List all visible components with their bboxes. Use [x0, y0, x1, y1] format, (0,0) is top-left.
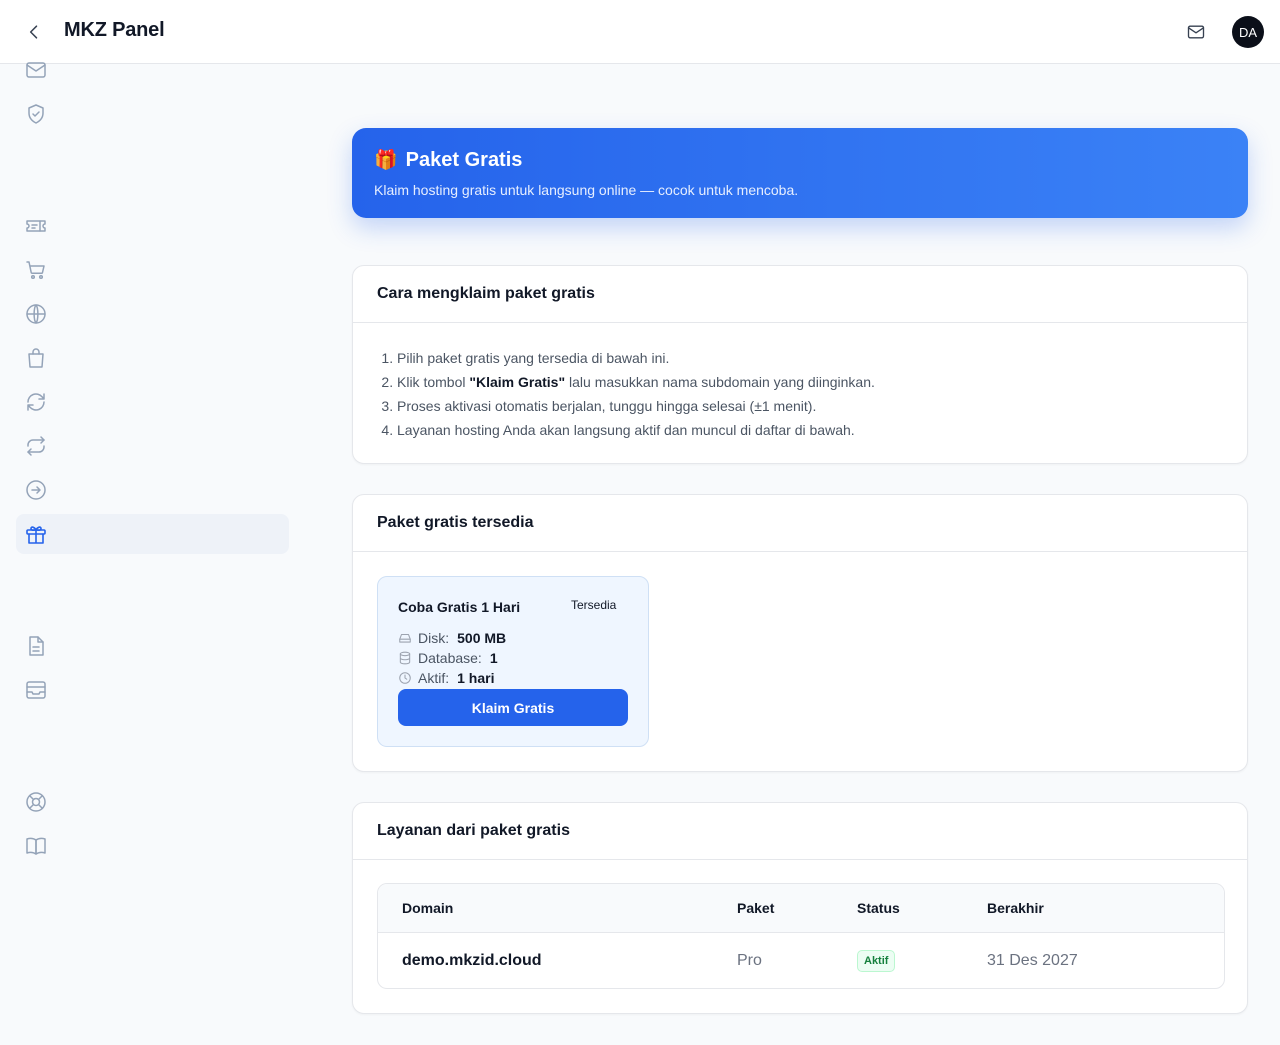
plan-name: Coba Gratis 1 Hari — [398, 599, 521, 615]
sidebar-item-email[interactable] — [16, 50, 289, 90]
refresh-icon — [27, 393, 45, 411]
howto-steps: Pilih paket gratis yang tersedia di bawa… — [353, 323, 1247, 442]
services-table: Domain Paket Status Berakhir demo.mkzid.… — [377, 883, 1225, 989]
sidebar-item-renewals[interactable] — [16, 382, 289, 422]
howto-step-4: Layanan hosting Anda akan langsung aktif… — [397, 418, 1247, 442]
sidebar — [0, 62, 300, 1045]
cell-paket: Pro — [737, 952, 762, 969]
chevron-left-icon — [29, 25, 38, 39]
plan-disk: Disk: 500 MB — [398, 630, 506, 646]
hero-title: 🎁 Paket Gratis — [374, 148, 522, 172]
sidebar-item-tickets[interactable] — [16, 206, 289, 246]
lifebuoy-icon — [26, 792, 46, 812]
status-badge: Aktif — [857, 950, 896, 972]
sidebar-item-support[interactable] — [16, 782, 289, 822]
sidebar-item-domains[interactable] — [16, 294, 289, 334]
globe-icon — [26, 304, 46, 324]
app-title: MKZ Panel — [64, 19, 165, 41]
sidebar-item-orders[interactable] — [16, 338, 289, 378]
avatar[interactable]: DA — [1232, 16, 1264, 48]
hero-subtitle: Klaim hosting gratis untuk langsung onli… — [374, 182, 799, 198]
hero-banner: 🎁 Paket Gratis Klaim hosting gratis untu… — [352, 128, 1248, 218]
claim-free-button[interactable]: Klaim Gratis — [398, 689, 628, 726]
sidebar-item-security[interactable] — [16, 94, 289, 134]
sidebar-item-cart[interactable] — [16, 250, 289, 290]
services-title: Layanan dari paket gratis — [353, 803, 1247, 860]
document-icon — [29, 636, 44, 656]
sync-icon — [27, 436, 45, 456]
sidebar-item-invoices[interactable] — [16, 626, 289, 666]
mail-icon — [1187, 25, 1205, 39]
disk-icon — [399, 633, 411, 643]
howto-step-2: Klik tombol "Klaim Gratis" lalu masukkan… — [397, 370, 1247, 394]
plan-status-badge: Tersedia — [571, 598, 617, 612]
cart-icon — [26, 261, 45, 280]
book-icon — [26, 837, 46, 855]
database-icon — [399, 651, 411, 665]
column-header-paket: Paket — [737, 900, 775, 916]
gift-icon — [26, 526, 46, 544]
sidebar-item-transfers[interactable] — [16, 426, 289, 466]
sidebar-item-inbox[interactable] — [16, 670, 289, 710]
column-header-status: Status — [857, 900, 900, 916]
plan-duration: Aktif: 1 hari — [398, 670, 494, 686]
column-header-berakhir: Berakhir — [987, 900, 1044, 916]
back-button[interactable] — [22, 20, 46, 44]
available-title: Paket gratis tersedia — [353, 495, 1247, 552]
plan-card: Coba Gratis 1 Hari Tersedia Disk: 500 MB… — [377, 576, 649, 747]
howto-step-3: Proses aktivasi otomatis berjalan, tungg… — [397, 394, 1247, 418]
howto-step-1: Pilih paket gratis yang tersedia di bawa… — [397, 346, 1247, 370]
cell-domain[interactable]: demo.mkzid.cloud — [402, 952, 542, 970]
gift-icon: 🎁 — [374, 150, 398, 171]
inbox-icon — [26, 681, 46, 699]
services-card: Layanan dari paket gratis Domain Paket S… — [352, 802, 1248, 1014]
sidebar-item-free-plans[interactable] — [16, 514, 289, 554]
hero-title-text: Paket Gratis — [405, 148, 523, 171]
shield-check-icon — [28, 104, 44, 124]
ticket-icon — [26, 220, 46, 232]
available-plans-card: Paket gratis tersedia Coba Gratis 1 Hari… — [352, 494, 1248, 772]
messages-button[interactable] — [1184, 20, 1208, 44]
table-row[interactable]: demo.mkzid.cloud Pro Aktif 31 Des 2027 — [378, 933, 1224, 988]
plan-database: Database: 1 — [398, 650, 498, 666]
cell-berakhir: 31 Des 2027 — [987, 952, 1078, 969]
howto-card: Cara mengklaim paket gratis Pilih paket … — [352, 265, 1248, 464]
sidebar-item-redirects[interactable] — [16, 470, 289, 510]
arrow-right-circle-icon — [26, 480, 46, 500]
bag-icon — [28, 348, 44, 368]
clock-icon — [399, 672, 411, 684]
table-header: Domain Paket Status Berakhir — [378, 884, 1224, 933]
howto-title: Cara mengklaim paket gratis — [353, 266, 1247, 323]
sidebar-item-docs[interactable] — [16, 826, 289, 866]
column-header-domain: Domain — [402, 900, 454, 916]
mail-icon — [26, 62, 46, 78]
